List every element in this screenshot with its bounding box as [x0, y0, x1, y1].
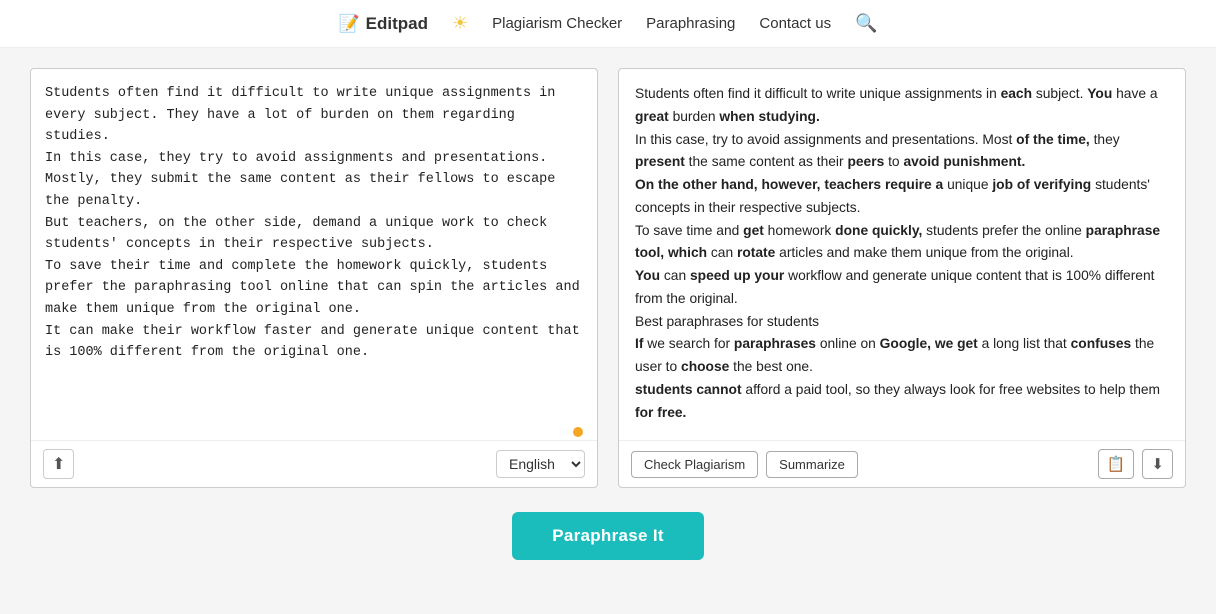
sun-icon: ☀: [452, 13, 468, 34]
right-panel-footer: Check Plagiarism Summarize 📋 ⬇: [619, 440, 1185, 487]
upload-button[interactable]: ⬆: [43, 449, 74, 479]
navigation: 📝 Editpad ☀ Plagiarism Checker Paraphras…: [0, 0, 1216, 48]
left-panel-footer: ⬆ English French Spanish German: [31, 440, 597, 487]
main-area: <span class="c-teal">Students often find…: [0, 48, 1216, 590]
right-panel-content: Students often find it difficult to writ…: [619, 69, 1185, 440]
logo: 📝 Editpad: [338, 14, 428, 34]
paraphrase-section: Paraphrase It: [512, 512, 704, 560]
left-panel: <span class="c-teal">Students often find…: [30, 68, 598, 488]
copy-button[interactable]: 📋: [1098, 449, 1135, 479]
search-icon[interactable]: 🔍: [855, 13, 877, 34]
nav-contact-us[interactable]: Contact us: [759, 15, 831, 32]
logo-icon: 📝: [338, 14, 359, 34]
orange-dot: [573, 427, 583, 437]
nav-plagiarism-checker[interactable]: Plagiarism Checker: [492, 15, 622, 32]
right-panel: Students often find it difficult to writ…: [618, 68, 1186, 488]
check-plagiarism-button[interactable]: Check Plagiarism: [631, 451, 758, 478]
logo-text: Editpad: [366, 14, 428, 34]
input-textarea[interactable]: <span class="c-teal">Students often find…: [31, 69, 597, 440]
right-panel-icon-buttons: 📋 ⬇: [1098, 449, 1173, 479]
right-panel-action-buttons: Check Plagiarism Summarize: [631, 451, 858, 478]
download-button[interactable]: ⬇: [1142, 449, 1173, 479]
language-select[interactable]: English French Spanish German: [496, 450, 585, 478]
paraphrase-it-button[interactable]: Paraphrase It: [512, 512, 704, 560]
panels-container: <span class="c-teal">Students often find…: [30, 68, 1186, 488]
summarize-button[interactable]: Summarize: [766, 451, 858, 478]
nav-paraphrasing[interactable]: Paraphrasing: [646, 15, 735, 32]
